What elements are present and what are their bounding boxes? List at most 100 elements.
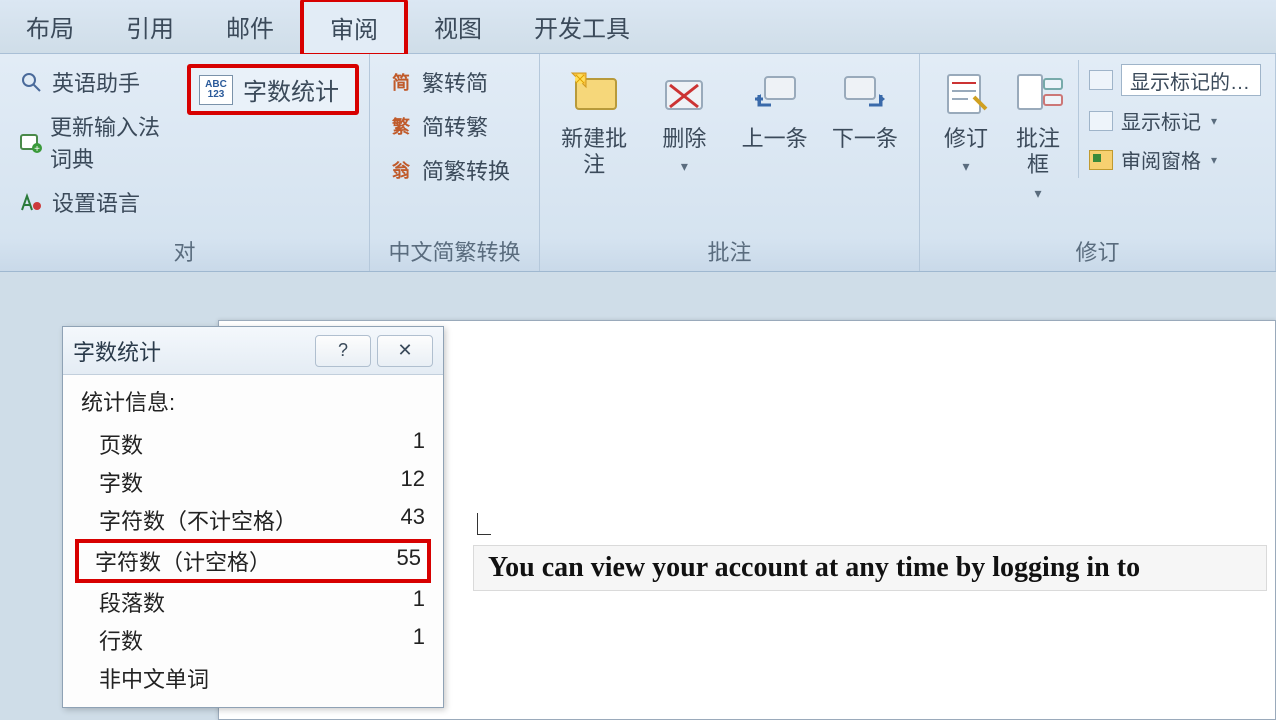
chevron-down-icon: ▾ [1211,153,1217,167]
stat-label: 字符数（计空格） [95,545,271,577]
stat-label: 字数 [99,466,143,498]
stat-value: 1 [413,624,425,656]
convert-icon: 翁 [388,158,414,182]
tab-view[interactable]: 视图 [408,1,508,52]
trad-icon: 繁 [388,114,414,138]
chevron-down-icon: ▾ [962,158,969,175]
simp-to-trad-label: 简转繁 [422,110,488,142]
stat-row-pages: 页数 1 [81,425,425,463]
show-markup-label: 显示标记 [1121,106,1201,135]
prev-icon [747,64,803,120]
stat-row-lines: 行数 1 [81,621,425,659]
selected-text[interactable]: You can view your account at any time by… [473,545,1267,591]
stat-value: 55 [397,545,421,577]
group-caption-comments: 批注 [550,231,909,269]
ime-icon: + [18,130,42,154]
stat-label: 段落数 [99,586,165,618]
english-assistant-label: 英语助手 [52,66,140,98]
new-comment-label: 新建批注 [554,126,634,179]
ribbon: 英语助手 + 更新输入法词典 设置语言 [0,54,1276,272]
stat-value: 1 [413,586,425,618]
ribbon-group-chinese-conv: 简 繁转简 繁 简转繁 翁 简繁转换 中文简繁转换 [370,54,540,271]
tab-review[interactable]: 审阅 [300,0,408,57]
close-icon: ✕ [397,340,412,361]
ribbon-group-tracking: 修订 ▾ 批注框 ▾ 显示标记的… 显示标记 ▾ [920,54,1276,271]
balloons-icon [1010,64,1066,120]
trad-to-simp-button[interactable]: 简 繁转简 [380,60,529,104]
chevron-down-icon: ▾ [1034,185,1041,202]
set-language-button[interactable]: 设置语言 [10,180,187,224]
stat-value: 43 [401,504,425,536]
word-count-dialog: 字数统计 ? ✕ 统计信息: 页数 1 字数 12 字符数（不计空格） 43 字… [62,326,444,708]
reviewing-pane-icon [1089,150,1113,170]
simp-icon: 简 [388,70,414,94]
simp-to-trad-button[interactable]: 繁 简转繁 [380,104,529,148]
set-language-label: 设置语言 [52,186,140,218]
stat-value: 12 [401,466,425,498]
stat-row-paragraphs: 段落数 1 [81,583,425,621]
reviewing-pane-label: 审阅窗格 [1121,145,1201,174]
next-icon [837,64,893,120]
group-caption-tracking: 修订 [930,231,1265,269]
reviewing-pane-button[interactable]: 审阅窗格 ▾ [1085,141,1265,178]
svg-text:+: + [34,144,40,154]
stat-label: 非中文单词 [99,662,209,694]
tab-developer[interactable]: 开发工具 [508,1,656,52]
balloons-button[interactable]: 批注框 ▾ [1002,60,1074,206]
ribbon-group-proofing: 英语助手 + 更新输入法词典 设置语言 [0,54,370,271]
language-icon [18,190,44,214]
word-count-label: 字数统计 [243,72,339,107]
stat-row-noncjk: 非中文单词 [81,659,425,697]
prev-comment-button[interactable]: 上一条 [731,60,819,156]
stat-label: 行数 [99,624,143,656]
track-changes-label: 修订 [944,126,988,152]
english-assistant-button[interactable]: 英语助手 [10,60,187,104]
menu-tab-bar: 布局 引用 邮件 审阅 视图 开发工具 [0,0,1276,54]
delete-comment-label: 删除 [662,126,706,152]
ribbon-group-comments: 新建批注 删除 ▾ 上一条 下一条 批注 [540,54,920,271]
delete-icon [656,64,712,120]
stat-row-chars-space: 字符数（计空格） 55 [75,539,431,583]
stat-label: 页数 [99,428,143,460]
track-changes-button[interactable]: 修订 ▾ [930,60,1002,179]
next-comment-button[interactable]: 下一条 [821,60,909,156]
track-changes-icon [938,64,994,120]
display-for-review-dropdown[interactable]: 显示标记的… [1085,60,1265,100]
update-ime-dict-label: 更新输入法词典 [50,110,179,174]
tab-layout[interactable]: 布局 [0,1,100,52]
word-count-button[interactable]: ABC123 字数统计 [187,64,359,115]
next-comment-label: 下一条 [832,126,898,152]
display-for-review-value: 显示标记的… [1121,64,1261,96]
text-cursor [477,513,491,535]
new-comment-icon [566,64,622,120]
display-icon [1089,70,1113,90]
tab-mailings[interactable]: 邮件 [200,1,300,52]
show-markup-button[interactable]: 显示标记 ▾ [1085,102,1265,139]
convert-label: 简繁转换 [422,154,510,186]
balloons-label: 批注框 [1006,126,1070,179]
stat-value: 1 [413,428,425,460]
group-caption-chinese-conv: 中文简繁转换 [380,231,529,269]
word-count-icon: ABC123 [199,75,233,105]
convert-button[interactable]: 翁 简繁转换 [380,148,529,192]
show-markup-icon [1089,111,1113,131]
research-icon [18,70,44,94]
prev-comment-label: 上一条 [742,126,808,152]
trad-to-simp-label: 繁转简 [422,66,488,98]
help-icon: ? [338,340,348,361]
group-caption-proofing: 对 [10,231,359,269]
tab-references[interactable]: 引用 [100,1,200,52]
chevron-down-icon: ▾ [1211,114,1217,128]
dialog-body: 统计信息: 页数 1 字数 12 字符数（不计空格） 43 字符数（计空格） 5… [63,375,443,707]
stats-header: 统计信息: [81,385,425,417]
new-comment-button[interactable]: 新建批注 [550,60,638,183]
dialog-titlebar[interactable]: 字数统计 ? ✕ [63,327,443,375]
dialog-title: 字数统计 [73,335,309,367]
chevron-down-icon: ▾ [681,158,688,175]
dialog-close-button[interactable]: ✕ [377,335,433,367]
stat-row-chars-nospace: 字符数（不计空格） 43 [81,501,425,539]
stat-label: 字符数（不计空格） [99,504,297,536]
update-ime-dict-button[interactable]: + 更新输入法词典 [10,104,187,180]
delete-comment-button[interactable]: 删除 ▾ [640,60,728,179]
dialog-help-button[interactable]: ? [315,335,371,367]
